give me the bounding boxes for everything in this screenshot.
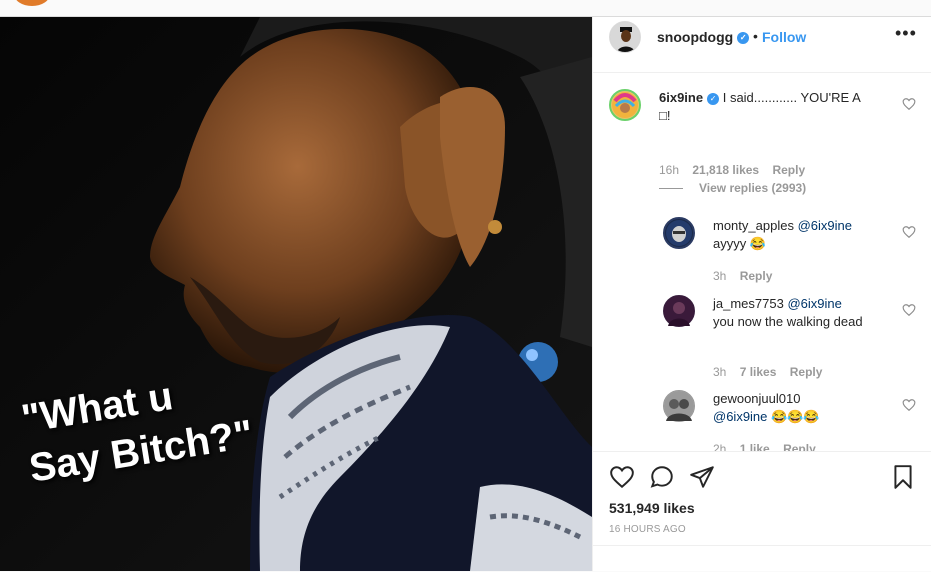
like-reply-heart-icon[interactable] <box>902 225 916 239</box>
top-strip <box>0 0 931 16</box>
comment-text: I said............ YOU'RE A <box>722 90 861 105</box>
post-image[interactable]: "What u Say Bitch?" <box>0 17 592 571</box>
share-icon[interactable] <box>689 464 715 490</box>
reply-mention[interactable]: @6ix9ine <box>787 296 841 311</box>
author-username[interactable]: snoopdogg ✓ <box>657 29 750 45</box>
post-header: snoopdogg ✓ • Follow ••• <box>593 17 931 73</box>
reply-button[interactable]: Reply <box>783 442 816 451</box>
post-likes-count[interactable]: 531,949 likes <box>609 500 695 516</box>
reply-item-3: gewoonjuul010 @6ix9ine 😂😂😂 2h 1 like Rep… <box>663 390 916 451</box>
heart-icon[interactable] <box>609 464 635 490</box>
avatar-image <box>664 391 694 421</box>
add-comment-area[interactable] <box>593 545 931 572</box>
action-bar <box>609 464 916 490</box>
reply-text: 😂😂😂 <box>771 409 820 424</box>
reply-body: gewoonjuul010 @6ix9ine 😂😂😂 <box>713 390 931 426</box>
reply-time: 3h <box>713 269 727 283</box>
reply-body: monty_apples @6ix9ine ayyyy 😂 <box>713 217 931 253</box>
commenter-avatar[interactable] <box>609 89 641 121</box>
reply-text: ayyyy 😂 <box>713 236 767 251</box>
reply-avatar[interactable] <box>663 390 695 422</box>
reply-mention[interactable]: @6ix9ine <box>798 218 852 233</box>
reply-username[interactable]: ja_mes7753 <box>713 296 784 311</box>
avatar-image <box>610 22 640 52</box>
comment-likes[interactable]: 21,818 likes <box>692 163 759 177</box>
follow-button[interactable]: Follow <box>762 29 806 45</box>
post-modal: "What u Say Bitch?" snoopdogg ✓ • Follow … <box>0 16 931 571</box>
like-reply-heart-icon[interactable] <box>902 398 916 412</box>
comment-text-2: □! <box>659 108 671 123</box>
view-replies-label[interactable]: View replies (2993) <box>699 181 806 195</box>
avatar-image <box>664 296 694 326</box>
comment-icon[interactable] <box>649 464 675 490</box>
like-comment-heart-icon[interactable] <box>902 97 916 111</box>
profile-ring <box>14 0 50 6</box>
reply-button[interactable]: Reply <box>740 269 773 283</box>
comment-meta: 16h 21,818 likes Reply <box>659 163 815 177</box>
reply-mention[interactable]: @6ix9ine <box>713 409 767 424</box>
reply-likes[interactable]: 1 like <box>740 442 770 451</box>
more-options-icon[interactable]: ••• <box>895 23 917 44</box>
header-separator: • <box>753 28 758 44</box>
reply-item-1: monty_apples @6ix9ine ayyyy 😂 3h Reply <box>663 217 916 287</box>
comment-main: 6ix9ine ✓ I said............ YOU'RE A □! … <box>609 89 916 177</box>
portrait-illustration <box>0 17 592 571</box>
post-sidebar: snoopdogg ✓ • Follow ••• 6ix9ine ✓ I sai… <box>592 17 931 571</box>
reply-time: 2h <box>713 442 727 451</box>
avatar-image <box>666 220 692 246</box>
view-replies-button[interactable]: View replies (2993) <box>659 181 806 195</box>
comment-body: 6ix9ine ✓ I said............ YOU'RE A □! <box>659 89 879 125</box>
reply-item-2: ja_mes7753 @6ix9ine you now the walking … <box>663 295 916 379</box>
author-avatar[interactable] <box>609 21 641 53</box>
reply-likes[interactable]: 7 likes <box>740 365 777 379</box>
comment-username[interactable]: 6ix9ine <box>659 90 703 105</box>
verified-badge-icon: ✓ <box>737 32 750 45</box>
author-username-text[interactable]: snoopdogg <box>657 29 733 45</box>
like-reply-heart-icon[interactable] <box>902 303 916 317</box>
reply-text: you now the walking dead <box>713 314 863 329</box>
reply-body: ja_mes7753 @6ix9ine you now the walking … <box>713 295 931 331</box>
reply-username[interactable]: gewoonjuul010 <box>713 391 800 406</box>
reply-button[interactable]: Reply <box>772 163 805 177</box>
reply-button[interactable]: Reply <box>790 365 823 379</box>
reply-meta: 2h 1 like Reply <box>713 442 826 451</box>
post-footer: 531,949 likes 16 HOURS AGO <box>593 451 931 571</box>
reply-meta: 3h Reply <box>713 269 782 283</box>
bookmark-icon[interactable] <box>890 464 916 490</box>
reply-username[interactable]: monty_apples <box>713 218 794 233</box>
comment-time: 16h <box>659 163 680 177</box>
replies-divider <box>659 188 683 190</box>
avatar-image <box>612 92 638 118</box>
comments-list[interactable]: 6ix9ine ✓ I said............ YOU'RE A □! … <box>593 73 931 451</box>
post-timestamp[interactable]: 16 HOURS AGO <box>609 524 686 535</box>
reply-time: 3h <box>713 365 727 379</box>
verified-badge-icon: ✓ <box>707 92 720 105</box>
reply-avatar[interactable] <box>663 295 695 327</box>
reply-meta: 3h 7 likes Reply <box>713 365 832 379</box>
reply-avatar[interactable] <box>663 217 695 249</box>
